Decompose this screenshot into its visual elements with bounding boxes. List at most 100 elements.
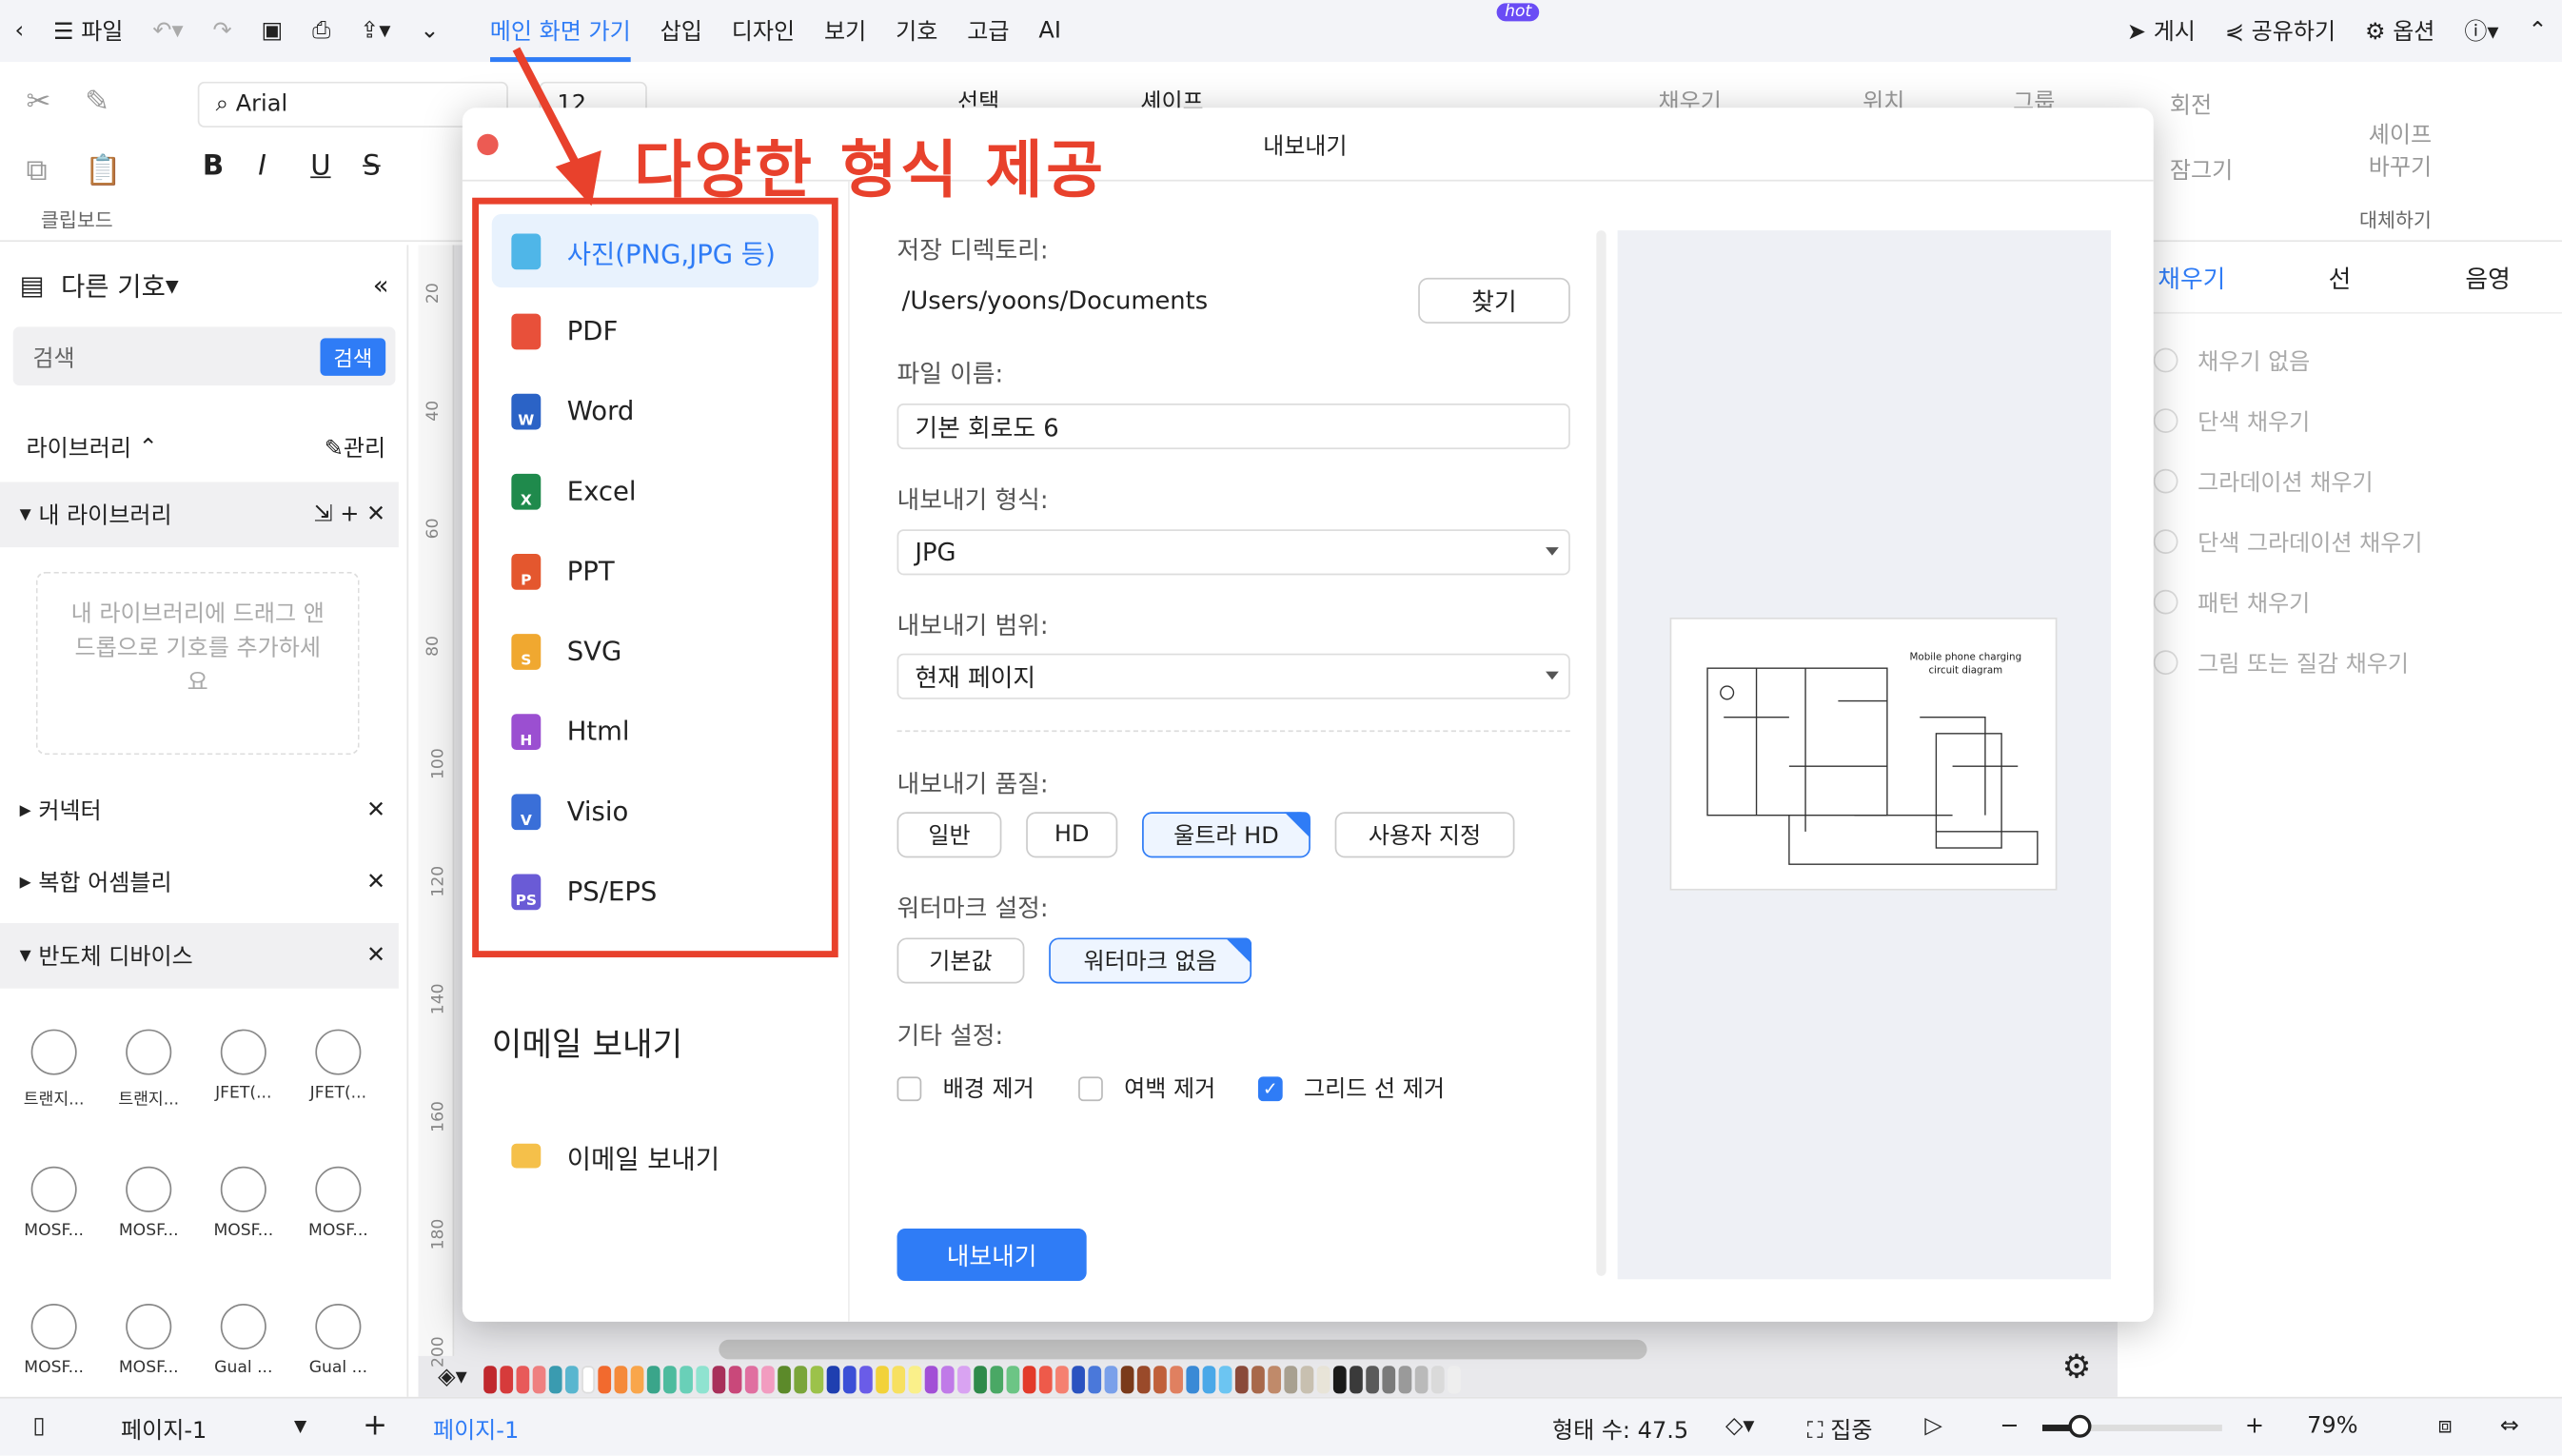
section-connector[interactable]: ▸ 커넥터 ✕: [0, 777, 399, 843]
symbol-shape[interactable]: MOSF...: [13, 1166, 95, 1240]
color-swatch[interactable]: [1022, 1366, 1036, 1394]
color-swatch[interactable]: [1218, 1366, 1232, 1394]
color-swatch[interactable]: [1088, 1366, 1102, 1394]
color-swatch[interactable]: [940, 1366, 955, 1394]
my-library-section[interactable]: ▾ 내 라이브러리 ⇲ + ✕: [0, 482, 399, 548]
color-swatch[interactable]: [1202, 1366, 1216, 1394]
color-swatch[interactable]: [1120, 1366, 1134, 1394]
symbol-shape[interactable]: MOSF...: [108, 1166, 189, 1240]
color-swatch[interactable]: [630, 1366, 644, 1394]
symbol-shape[interactable]: Gual ...: [297, 1304, 379, 1377]
quality-option[interactable]: HD: [1026, 812, 1118, 858]
symbol-shape[interactable]: 트랜지...: [108, 1029, 189, 1110]
section-assembly[interactable]: ▸ 복합 어셈블리 ✕: [0, 850, 399, 915]
color-swatch[interactable]: [761, 1366, 775, 1394]
fit-width-icon[interactable]: ⇔: [2500, 1413, 2519, 1439]
format-select[interactable]: JPG: [897, 529, 1570, 576]
color-swatch[interactable]: [876, 1366, 889, 1394]
color-swatch[interactable]: [1136, 1366, 1151, 1394]
color-swatch[interactable]: [728, 1366, 742, 1394]
watermark-option[interactable]: 워터마크 없음: [1049, 937, 1252, 984]
color-swatch[interactable]: [532, 1366, 546, 1394]
symbol-shape[interactable]: MOSF...: [297, 1166, 379, 1240]
other-option-checkbox[interactable]: ✓ 그리드 선 제거: [1257, 1072, 1445, 1104]
color-swatch[interactable]: [1038, 1366, 1053, 1394]
color-swatch[interactable]: [1006, 1366, 1020, 1394]
color-swatch[interactable]: [663, 1366, 677, 1394]
file-name-input[interactable]: 기본 회로도 6: [897, 403, 1570, 450]
print-icon[interactable]: ⎙: [312, 18, 330, 44]
color-swatch[interactable]: [957, 1366, 971, 1394]
quality-option[interactable]: 일반: [897, 812, 1002, 858]
color-swatch[interactable]: [924, 1366, 938, 1394]
fill-option[interactable]: 그라데이션 채우기: [2118, 451, 2562, 512]
export-icon[interactable]: ⇪▾: [360, 18, 390, 44]
page-select[interactable]: 페이지-1: [121, 1413, 207, 1446]
color-swatch[interactable]: [842, 1366, 857, 1394]
cut-icon[interactable]: ✂: [26, 85, 50, 119]
color-swatch[interactable]: [1072, 1366, 1085, 1394]
settings-scrollbar[interactable]: [1596, 230, 1606, 1276]
zoom-level[interactable]: 79%: [2307, 1413, 2357, 1439]
tab-line[interactable]: 선: [2266, 262, 2414, 296]
tab-view[interactable]: 보기: [824, 14, 866, 47]
color-swatch[interactable]: [1104, 1366, 1118, 1394]
color-swatch[interactable]: [908, 1366, 922, 1394]
play-icon[interactable]: ▷: [1924, 1413, 1942, 1439]
range-select[interactable]: 현재 페이지: [897, 653, 1570, 699]
color-swatch[interactable]: [500, 1366, 514, 1394]
fill-bucket-icon[interactable]: ◈▾: [438, 1365, 467, 1390]
publish-button[interactable]: ➤ 게시: [2127, 14, 2196, 47]
tab-ai[interactable]: AI: [1038, 18, 1061, 44]
color-swatch[interactable]: [826, 1366, 840, 1394]
color-swatch[interactable]: [794, 1366, 808, 1394]
color-swatch[interactable]: [646, 1366, 660, 1394]
color-swatch[interactable]: [696, 1366, 710, 1394]
fit-page-icon[interactable]: ⧈: [2437, 1413, 2452, 1439]
zoom-in-icon[interactable]: +: [2245, 1413, 2264, 1439]
color-swatch[interactable]: [1366, 1366, 1379, 1394]
symbol-shape[interactable]: MOSF...: [203, 1166, 285, 1240]
symbol-shape[interactable]: MOSF...: [108, 1304, 189, 1377]
library-title[interactable]: ▤ 다른 기호 ▾ «: [0, 251, 399, 317]
tab-insert[interactable]: 삽입: [660, 14, 702, 47]
copy-icon[interactable]: ⧉: [26, 153, 47, 187]
color-swatch[interactable]: [810, 1366, 824, 1394]
fill-option[interactable]: 채우기 없음: [2118, 330, 2562, 391]
color-swatch[interactable]: [1300, 1366, 1314, 1394]
color-swatch[interactable]: [1332, 1366, 1347, 1394]
settings-icon[interactable]: ⚙: [2062, 1347, 2092, 1386]
color-swatch[interactable]: [614, 1366, 628, 1394]
tab-design[interactable]: 디자인: [732, 14, 795, 47]
color-swatch[interactable]: [1316, 1366, 1330, 1394]
layers-icon[interactable]: ◇▾: [1725, 1413, 1755, 1439]
tab-shadow[interactable]: 음영: [2414, 262, 2562, 296]
more-icon[interactable]: ⌄: [420, 18, 439, 44]
symbol-shape[interactable]: JFET(...: [203, 1029, 285, 1103]
color-swatch[interactable]: [1268, 1366, 1281, 1394]
share-button[interactable]: ⋞ 공유하기: [2225, 14, 2335, 47]
quality-option[interactable]: 울트라 HD: [1142, 812, 1311, 858]
strike-icon[interactable]: S: [363, 150, 381, 183]
quality-option[interactable]: 사용자 지정: [1334, 812, 1515, 858]
watermark-option[interactable]: 기본값: [897, 937, 1025, 984]
export-button[interactable]: 내보내기: [897, 1229, 1087, 1281]
color-swatch[interactable]: [1350, 1366, 1363, 1394]
focus-button[interactable]: ⛶ 집중: [1807, 1413, 1873, 1446]
other-option-checkbox[interactable]: 여백 제거: [1078, 1072, 1215, 1104]
collapse-icon[interactable]: ⌃: [2528, 18, 2547, 44]
color-swatch[interactable]: [778, 1366, 791, 1394]
color-swatch[interactable]: [581, 1366, 595, 1394]
italic-icon[interactable]: I: [258, 150, 266, 183]
search-button[interactable]: 검색: [320, 338, 386, 376]
tab-advanced[interactable]: 고급: [967, 14, 1009, 47]
color-swatch[interactable]: [1398, 1366, 1412, 1394]
color-swatch[interactable]: [1284, 1366, 1298, 1394]
color-swatch[interactable]: [1251, 1366, 1265, 1394]
fill-option[interactable]: 단색 그라데이션 채우기: [2118, 511, 2562, 572]
manage-button[interactable]: ✎관리: [325, 431, 385, 463]
color-swatch[interactable]: [1153, 1366, 1167, 1394]
color-swatch[interactable]: [1234, 1366, 1249, 1394]
color-swatch[interactable]: [598, 1366, 612, 1394]
rotate-tool[interactable]: 회전: [2170, 89, 2212, 121]
